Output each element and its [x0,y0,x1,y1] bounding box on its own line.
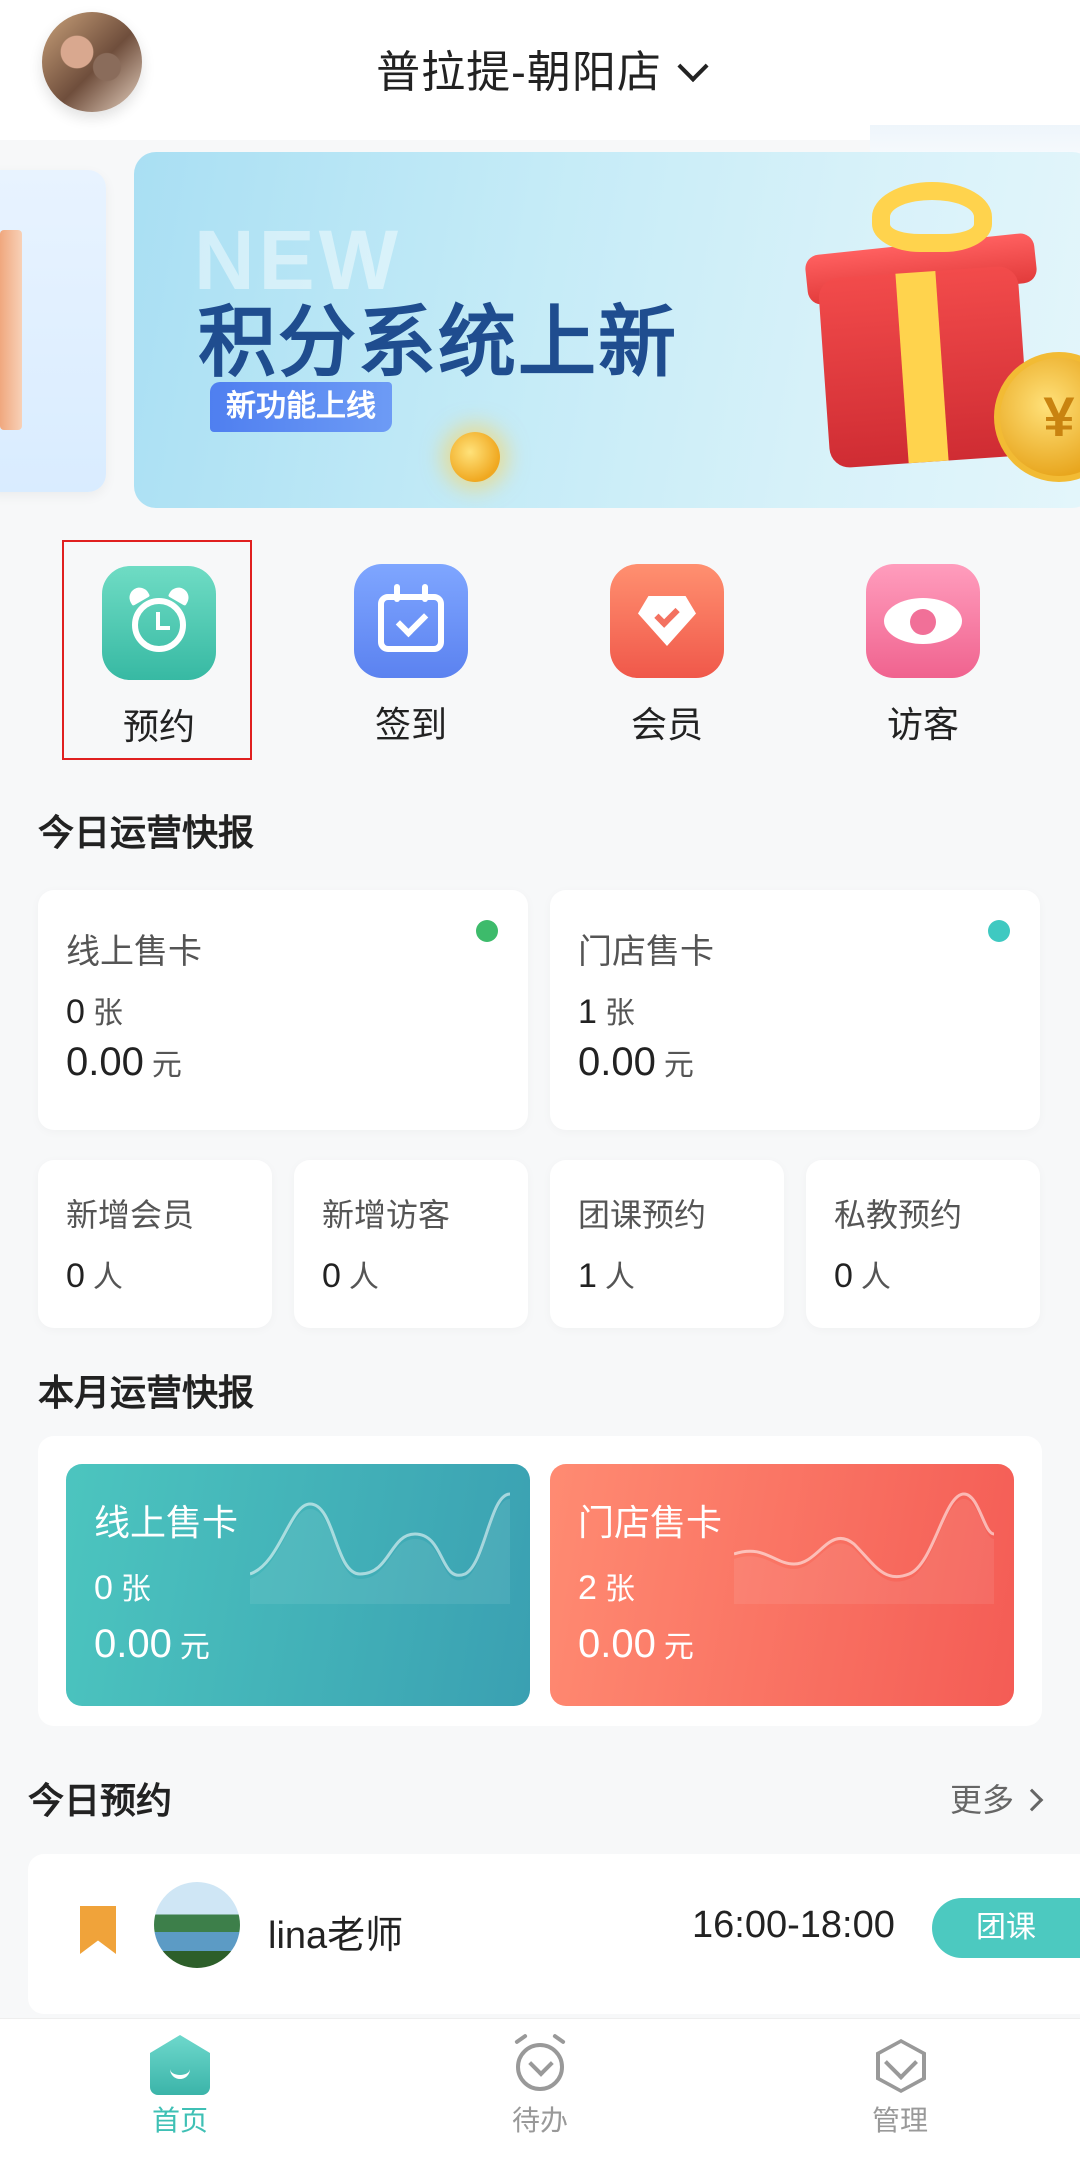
tab-home[interactable]: 首页 [100,2035,260,2139]
class-type-badge: 团课 [932,1898,1080,1958]
todo-clock-icon [510,2033,570,2095]
today-appointments-title: 今日预约 [28,1780,173,1821]
stat-value: 0人 [322,1257,379,1295]
banner-title: 积分系统上新 [198,298,679,386]
wave-decoration [734,1492,994,1604]
month-online-sales-card[interactable]: 线上售卡 0张 0.00 元 [66,1464,530,1706]
appointment-row[interactable]: lina老师 16:00-18:00 团课 [28,1854,1080,2014]
coin-sparkle-icon [450,432,500,482]
month-report-title: 本月运营快报 [38,1372,255,1413]
today-report-title: 今日运营快报 [38,812,255,853]
tab-manage[interactable]: 管理 [820,2035,980,2139]
quick-action-label: 访客 [886,704,959,745]
stat-label: 新增会员 [66,1197,195,1233]
coin-symbol: ¥ [1043,385,1075,448]
tab-label: 首页 [151,2105,208,2136]
chevron-down-icon [677,51,709,83]
banner-subtitle-badge: 新功能上线 [210,382,392,432]
status-dot [476,920,498,942]
manage-icon [870,2035,930,2095]
teacher-name: lina老师 [268,1915,404,1957]
card-label: 门店售卡 [578,1502,723,1543]
card-amount: 0.00 元 [578,1622,694,1666]
quick-action-label: 签到 [374,704,447,745]
banner-carousel[interactable]: NEW 积分系统上新 新功能上线 ¥ [134,152,1080,508]
chevron-right-icon [1020,1788,1044,1811]
card-amount: 0.00 元 [578,1040,694,1084]
appointment-time: 16:00-18:00 [692,1904,895,1946]
stat-private-bookings[interactable]: 私教预约 0人 [806,1160,1040,1328]
stat-label: 新增访客 [322,1197,451,1233]
card-label: 线上售卡 [94,1502,239,1543]
gift-bow [872,182,992,252]
card-count: 0张 [94,1569,151,1607]
bookmark-icon [80,1906,116,1954]
status-dot [988,920,1010,942]
card-count: 0张 [66,993,123,1031]
diamond-icon [610,564,724,678]
stat-new-members[interactable]: 新增会员 0人 [38,1160,272,1328]
store-name: 普拉提-朝阳店 [376,48,662,97]
home-icon [150,2035,210,2095]
card-amount: 0.00 元 [66,1040,182,1084]
stat-value: 0人 [66,1257,123,1295]
card-amount: 0.00 元 [94,1622,210,1666]
today-store-sales-card[interactable]: 门店售卡 1张 0.00 元 [550,890,1040,1130]
tab-label: 待办 [511,2105,568,2136]
eye-icon [866,564,980,678]
quick-action-visitors[interactable]: 访客 [828,540,1018,760]
stat-value: 0人 [834,1257,891,1295]
top-bar: 普拉提-朝阳店 [0,0,1080,140]
card-label: 线上售卡 [66,933,202,971]
tab-label: 管理 [871,2105,928,2136]
card-count: 1张 [578,993,635,1031]
store-selector[interactable]: 普拉提-朝阳店 [0,36,1080,100]
stat-new-visitors[interactable]: 新增访客 0人 [294,1160,528,1328]
alarm-clock-icon [102,566,216,680]
quick-actions: 预约 签到 会员 访客 [0,540,1080,770]
teacher-avatar [154,1882,240,1968]
quick-action-label: 会员 [630,704,703,745]
quick-action-label: 预约 [122,706,195,747]
more-link[interactable]: 更多 [949,1775,1044,1821]
quick-action-members[interactable]: 会员 [572,540,762,760]
calendar-check-icon [354,564,468,678]
stat-value: 1人 [578,1257,635,1295]
bottom-tab-bar: 首页 待办 管理 [0,2018,1080,2161]
card-count: 2张 [578,1569,635,1607]
tab-todo[interactable]: 待办 [460,2033,620,2139]
wave-decoration [250,1492,510,1604]
month-store-sales-card[interactable]: 门店售卡 2张 0.00 元 [550,1464,1014,1706]
yuan-coin-icon: ¥ [994,352,1080,482]
card-label: 门店售卡 [578,933,714,971]
stat-label: 团课预约 [578,1197,707,1233]
stat-label: 私教预约 [834,1197,963,1233]
quick-action-booking[interactable]: 预约 [62,540,252,760]
stat-group-bookings[interactable]: 团课预约 1人 [550,1160,784,1328]
quick-action-checkin[interactable]: 签到 [316,540,506,760]
more-label: 更多 [949,1782,1014,1818]
today-online-sales-card[interactable]: 线上售卡 0张 0.00 元 [38,890,528,1130]
banner-previous-slide[interactable] [0,170,106,492]
month-report-panel: 线上售卡 0张 0.00 元 门店售卡 2张 0.00 元 [38,1436,1042,1726]
